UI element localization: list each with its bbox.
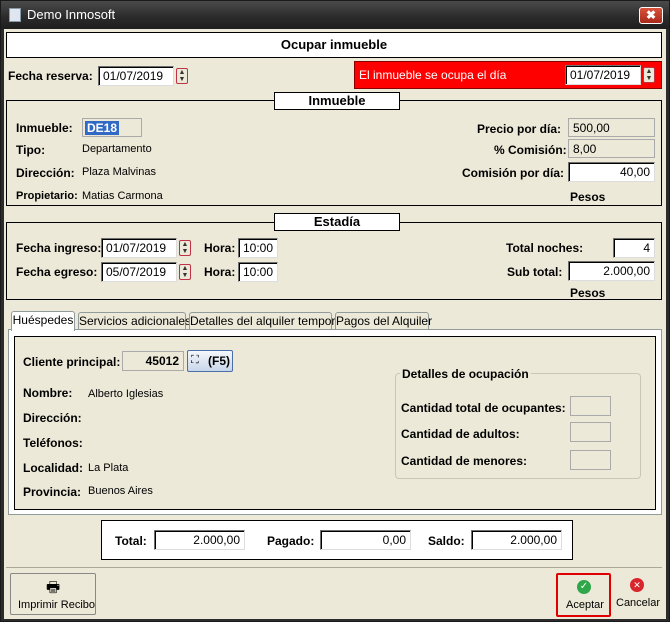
adultos-input[interactable] <box>570 422 611 442</box>
precio-field: 500,00 <box>568 118 655 137</box>
f5-label: (F5) <box>208 354 230 368</box>
provincia-label: Provincia: <box>23 485 82 499</box>
tab-huespedes[interactable]: Huéspedes <box>11 311 75 331</box>
menores-input[interactable] <box>570 450 611 470</box>
cancelar-button[interactable]: ✕ Cancelar <box>613 573 663 617</box>
total-label: Total: <box>115 534 147 548</box>
footer-divider <box>6 567 662 568</box>
tab-pagos-alquiler[interactable]: Pagos del Alquiler <box>335 312 432 330</box>
cancel-icon: ✕ <box>630 578 644 592</box>
direccion-cliente-label: Dirección: <box>23 411 82 425</box>
propietario-label: Propietario: <box>16 190 78 202</box>
pagado-input[interactable]: 0,00 <box>320 530 411 550</box>
ocupa-fecha-input[interactable]: 01/07/2019 <box>565 65 641 85</box>
buscar-cliente-button[interactable]: ⛶ (F5) <box>187 350 233 372</box>
page-title-box: Ocupar inmueble <box>6 32 662 58</box>
comision-dia-input[interactable]: 40,00 <box>568 162 655 182</box>
ocupantes-input[interactable] <box>570 396 611 416</box>
aceptar-label: Aceptar <box>566 599 604 611</box>
imprimir-recibo-button[interactable]: 🖶 Imprimir Recibo <box>10 573 96 615</box>
precio-label: Precio por día: <box>477 122 562 136</box>
total-noches-input[interactable]: 4 <box>613 238 655 258</box>
total-noches-label: Total noches: <box>506 241 584 255</box>
direccion-inmueble-label: Dirección: <box>16 166 75 180</box>
app-icon <box>9 8 21 22</box>
fecha-reserva-input[interactable]: 01/07/2019 <box>98 66 174 86</box>
ocupacion-title: Detalles de ocupación <box>400 367 531 381</box>
fecha-egreso-input[interactable]: 05/07/2019 <box>101 262 177 282</box>
saldo-input[interactable]: 2.000,00 <box>471 530 562 550</box>
cliente-principal-label: Cliente principal: <box>23 355 121 369</box>
estadia-section-title: Estadía <box>274 213 400 231</box>
inmueble-section-title: Inmueble <box>274 92 400 110</box>
localidad-value: La Plata <box>88 462 129 474</box>
subtotal-input[interactable]: 2.000,00 <box>568 261 655 281</box>
tipo-label: Tipo: <box>16 143 46 157</box>
comision-dia-label: Comisión por día: <box>462 166 564 180</box>
tab-servicios-adicionales[interactable]: Servicios adicionales <box>78 312 191 330</box>
close-button[interactable]: ✖ <box>639 7 663 24</box>
direccion-inmueble-value: Plaza Malvinas <box>82 166 156 178</box>
check-icon: ✓ <box>577 580 591 594</box>
total-input[interactable]: 2.000,00 <box>154 530 245 550</box>
hora-egreso-label: Hora: <box>204 265 236 279</box>
estadia-currency-label: Pesos <box>570 286 606 300</box>
comision-pct-label: % Comisión: <box>494 143 567 157</box>
inmueble-code-field[interactable]: DE18 <box>82 118 142 137</box>
pagado-label: Pagado: <box>267 534 315 548</box>
aceptar-button[interactable]: ✓ Aceptar <box>556 573 611 617</box>
imprimir-recibo-label: Imprimir Recibo <box>18 599 96 611</box>
estadia-panel <box>6 222 662 300</box>
adultos-label: Cantidad de adultos: <box>401 427 520 441</box>
fecha-ingreso-input[interactable]: 01/07/2019 <box>101 238 177 258</box>
ocupa-fecha-spinner[interactable]: ▲ ▼ <box>643 67 655 83</box>
provincia-value: Buenos Aires <box>88 485 153 497</box>
cliente-principal-field[interactable]: 45012 <box>122 351 184 371</box>
fecha-reserva-spinner[interactable]: ▲ ▼ <box>176 68 188 84</box>
hora-ingreso-input[interactable]: 10:00 <box>238 238 278 258</box>
inmueble-currency-label: Pesos <box>570 190 606 204</box>
fecha-ingreso-label: Fecha ingreso: <box>16 241 102 255</box>
saldo-label: Saldo: <box>428 534 465 548</box>
binoculars-icon: ⛶ <box>191 354 199 366</box>
alert-text: El inmueble se ocupa el día <box>359 68 507 82</box>
comision-pct-field: 8,00 <box>568 139 655 158</box>
menores-label: Cantidad de menores: <box>401 454 528 468</box>
tab-detalles-alquiler[interactable]: Detalles del alquiler temporal <box>189 312 345 330</box>
telefonos-label: Teléfonos: <box>23 436 83 450</box>
page-title: Ocupar inmueble <box>280 37 388 52</box>
ocupantes-label: Cantidad total de ocupantes: <box>401 401 566 415</box>
localidad-label: Localidad: <box>23 461 84 475</box>
hora-egreso-input[interactable]: 10:00 <box>238 262 278 282</box>
title-bar: Demo Inmosoft ✖ <box>1 1 669 29</box>
cancelar-label: Cancelar <box>616 597 661 609</box>
window-title: Demo Inmosoft <box>27 7 116 22</box>
fecha-reserva-label: Fecha reserva: <box>8 69 93 83</box>
nombre-value: Alberto Iglesias <box>88 388 164 400</box>
form-body: Ocupar inmueble Fecha reserva: 01/07/201… <box>4 29 666 619</box>
app-window: Demo Inmosoft ✖ Ocupar inmueble Fecha re… <box>0 0 670 622</box>
fecha-egreso-label: Fecha egreso: <box>16 265 98 279</box>
inmueble-label: Inmueble: <box>16 121 73 135</box>
fecha-egreso-spinner[interactable]: ▲ ▼ <box>179 264 191 280</box>
propietario-value: Matias Carmona <box>82 190 163 202</box>
tipo-value: Departamento <box>82 143 152 155</box>
hora-ingreso-label: Hora: <box>204 241 236 255</box>
nombre-label: Nombre: <box>23 386 73 400</box>
subtotal-label: Sub total: <box>507 265 563 279</box>
inmueble-code: DE18 <box>85 121 120 135</box>
fecha-ingreso-spinner[interactable]: ▲ ▼ <box>179 240 191 256</box>
